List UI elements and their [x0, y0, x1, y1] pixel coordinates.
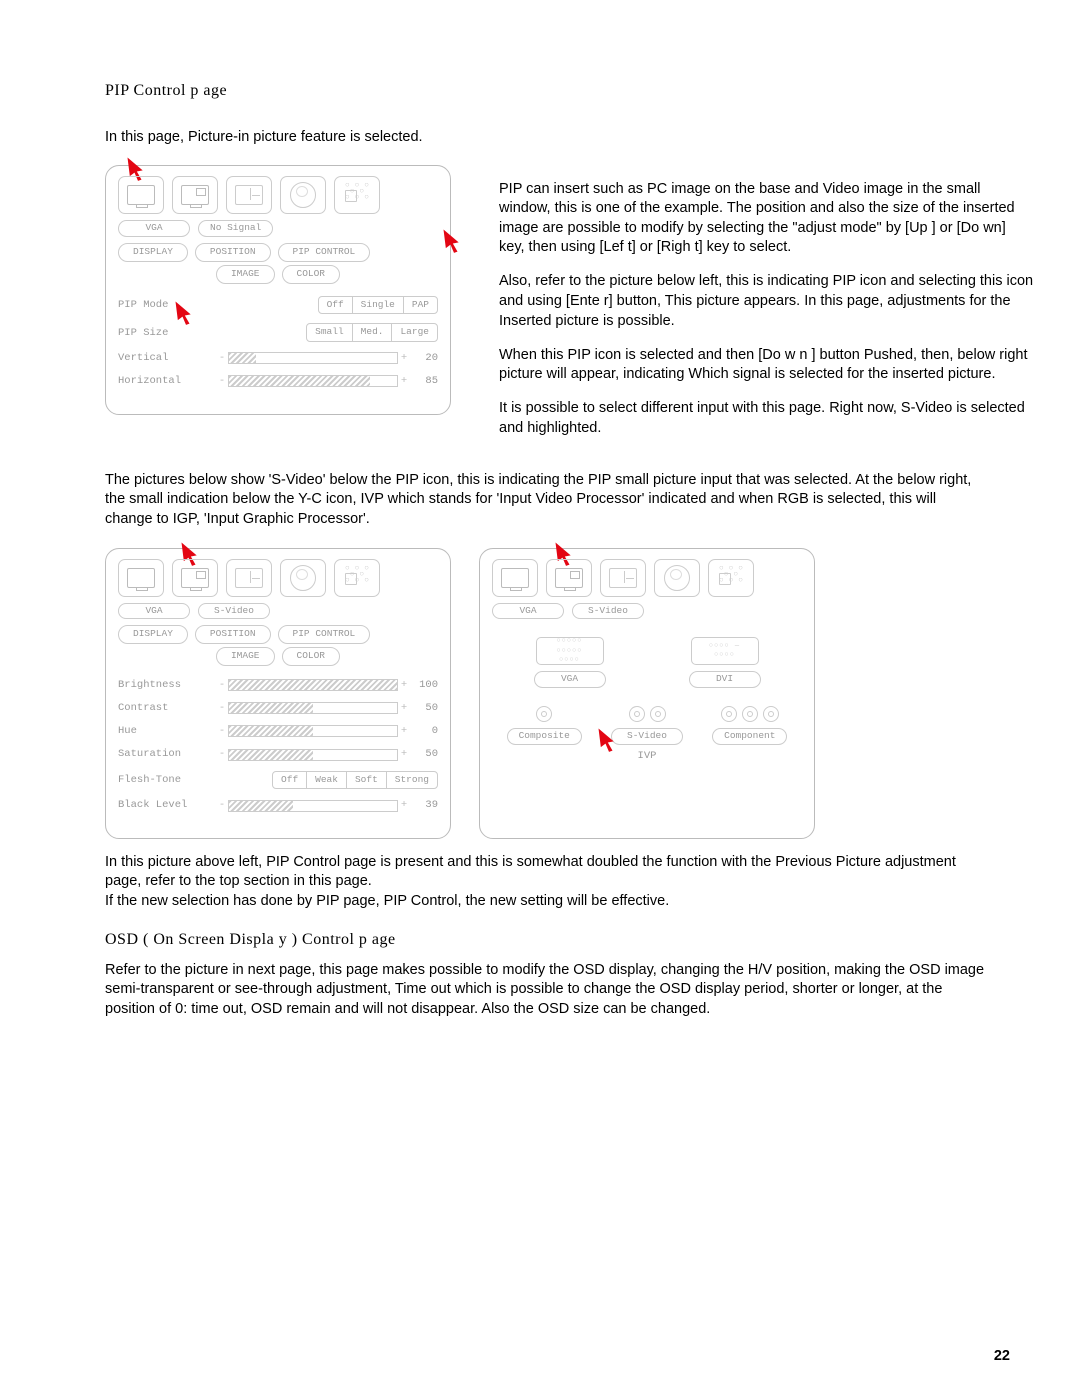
port-vga: ○○○○○○○○○○○○○○ VGA — [534, 637, 606, 688]
plus-icon: + — [398, 374, 410, 388]
setting-row: Saturation-+50 — [118, 747, 438, 761]
source-1: VGA — [118, 220, 190, 237]
row-label: PIP Size — [118, 326, 216, 340]
gear-icon: ○ ○ ○○ ○○ ○ ○ — [334, 559, 380, 597]
row-label: Vertical — [118, 351, 216, 365]
tab: DISPLAY — [118, 243, 188, 262]
osd-panel-image: ○ ○ ○○ ○○ ○ ○ VGA S-Video DISPLAY POSITI… — [105, 548, 451, 839]
setting-row: PIP Size Small Med. Large — [118, 323, 438, 342]
source-1: VGA — [118, 603, 190, 620]
slider — [228, 749, 398, 761]
slider — [228, 679, 398, 691]
source-row: VGA S-Video — [118, 603, 438, 620]
value: 20 — [410, 351, 438, 365]
page: PIP Control p age In this page, Picture-… — [0, 0, 1080, 1397]
osd-panel-pip: ○ ○ ○○ ○○ ○ ○ VGA No Signal DISPLAY POSI… — [105, 165, 451, 414]
setting-row: Brightness-+100 — [118, 678, 438, 692]
plus-icon: + — [398, 351, 410, 365]
monitor-icon — [118, 176, 164, 214]
port-dvi: ○○○○ —○○○○ DVI — [689, 637, 761, 688]
segmented: Off Weak Soft Strong — [273, 771, 438, 790]
source-row: VGA No Signal — [118, 220, 438, 237]
page-title: PIP Control p age — [105, 80, 1035, 102]
ivp-label: IVP — [611, 749, 683, 763]
inputs: Composite S-Video IVP Component — [492, 706, 802, 763]
tabs: IMAGE COLOR — [118, 647, 438, 666]
slider — [228, 702, 398, 714]
source-2: No Signal — [198, 220, 273, 237]
arrow-icon — [440, 226, 468, 254]
position-icon — [600, 559, 646, 597]
osd-panel-source: ○ ○ ○○ ○○ ○ ○ VGA S-Video ○○○○○○○○○○○○○○… — [479, 548, 815, 839]
monitor-icon — [118, 559, 164, 597]
slider — [228, 800, 398, 812]
monitor-icon — [492, 559, 538, 597]
ports: ○○○○○○○○○○○○○○ VGA ○○○○ —○○○○ DVI — [492, 637, 802, 688]
position-icon — [226, 559, 272, 597]
tab: PIP CONTROL — [278, 243, 371, 262]
pip-icon — [546, 559, 592, 597]
intro-text: In this page, Picture-in picture feature… — [105, 128, 1035, 148]
row-label: Horizontal — [118, 374, 216, 388]
tabs: IMAGE COLOR — [118, 265, 438, 284]
slider — [228, 352, 398, 364]
globe-icon — [280, 559, 326, 597]
source-row: VGA S-Video — [492, 603, 802, 620]
slider — [228, 375, 398, 387]
row-2: ○ ○ ○○ ○○ ○ ○ VGA S-Video DISPLAY POSITI… — [105, 548, 1035, 839]
pip-icon — [172, 176, 218, 214]
tab: POSITION — [195, 243, 271, 262]
minus-icon: - — [216, 374, 228, 388]
tabs: DISPLAY POSITION PIP CONTROL — [118, 243, 438, 262]
value: 85 — [410, 374, 438, 388]
osd-paragraph: Refer to the picture in next page, this … — [105, 961, 985, 1020]
setting-row: Black Level - + 39 — [118, 798, 438, 812]
gear-icon: ○ ○ ○○ ○○ ○ ○ — [334, 176, 380, 214]
input-component: Component — [712, 706, 787, 763]
setting-row: Hue-+0 — [118, 724, 438, 738]
bottom-paragraph: In this picture above left, PIP Control … — [105, 853, 985, 912]
icon-row: ○ ○ ○○ ○○ ○ ○ — [492, 559, 802, 597]
setting-row: PIP Mode Off Single PAP — [118, 296, 438, 315]
globe-icon — [654, 559, 700, 597]
row-label: PIP Mode — [118, 298, 216, 312]
slider — [228, 725, 398, 737]
tab: IMAGE — [216, 265, 275, 284]
globe-icon — [280, 176, 326, 214]
minus-icon: - — [216, 351, 228, 365]
segmented: Off Single PAP — [319, 296, 438, 315]
gear-icon: ○ ○ ○○ ○○ ○ ○ — [708, 559, 754, 597]
side-text: PIP can insert such as PC image on the b… — [499, 165, 1035, 453]
page-number: 22 — [994, 1347, 1010, 1367]
input-svideo: S-Video IVP — [611, 706, 683, 763]
tabs: DISPLAY POSITION PIP CONTROL — [118, 625, 438, 644]
row-1: ○ ○ ○○ ○○ ○ ○ VGA No Signal DISPLAY POSI… — [105, 165, 1035, 453]
icon-row: ○ ○ ○○ ○○ ○ ○ — [118, 559, 438, 597]
mid-paragraph: The pictures below show 'S-Video' below … — [105, 471, 985, 530]
setting-row: Flesh-Tone Off Weak Soft Strong — [118, 771, 438, 790]
icon-row: ○ ○ ○○ ○○ ○ ○ — [118, 176, 438, 214]
tab: COLOR — [282, 265, 341, 284]
segmented: Small Med. Large — [307, 323, 438, 342]
setting-row: Vertical - + 20 — [118, 351, 438, 365]
section-title-osd: OSD ( On Screen Displa y ) Control p age — [105, 929, 1035, 951]
input-composite: Composite — [507, 706, 582, 763]
setting-row: Contrast-+50 — [118, 701, 438, 715]
source-2: S-Video — [198, 603, 270, 620]
setting-row: Horizontal - + 85 — [118, 374, 438, 388]
pip-icon — [172, 559, 218, 597]
position-icon — [226, 176, 272, 214]
